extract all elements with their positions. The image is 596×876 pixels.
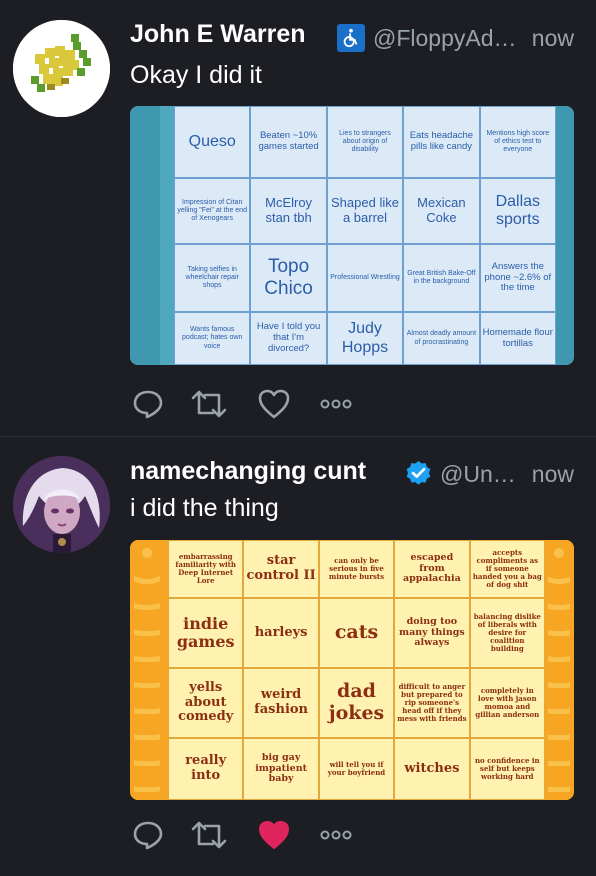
like-button[interactable]: [256, 817, 292, 853]
bingo-cell: escaped from appalachia: [394, 540, 470, 598]
bingo-cell: Lies to strangers about origin of disabi…: [326, 106, 404, 178]
like-button[interactable]: [256, 386, 292, 422]
more-dots-icon: [320, 399, 352, 409]
bingo-cell: Judy Hopps: [326, 312, 404, 365]
tweet-text: i did the thing: [130, 494, 279, 522]
avatar[interactable]: [13, 20, 110, 117]
bingo-cell: balancing dislike of liberals with desir…: [469, 598, 545, 668]
retweet-icon: [191, 390, 227, 418]
avatar-image: [13, 20, 110, 117]
retweet-button[interactable]: [189, 817, 229, 853]
more-button[interactable]: [318, 386, 354, 422]
avatar[interactable]: [13, 456, 110, 553]
bingo-cell: doing too many things always: [394, 598, 470, 668]
bingo-cell: difficult to anger but prepared to rip s…: [394, 668, 470, 738]
bingo-cell: indie games: [168, 598, 244, 668]
bingo-image[interactable]: embarrassing familiarity with Deep Inter…: [130, 540, 574, 800]
bingo-cell: accepts compliments as if someone handed…: [469, 540, 545, 598]
bingo-cell: McElroy stan tbh: [250, 178, 327, 244]
wheelchair-icon: [337, 24, 365, 52]
bingo-cell: Almost deadly amount of procrastinating: [403, 312, 480, 365]
bingo-cell: cats: [318, 598, 395, 668]
reply-icon: [133, 390, 163, 419]
bingo-cell: weird fashion: [243, 668, 319, 738]
bingo-cell: Wants famous podcast; hates own voice: [174, 312, 251, 365]
bingo-cell: Impression of Citan yelling "Fei" at the…: [174, 178, 251, 244]
handle[interactable]: @Un…: [440, 461, 516, 488]
bingo-cell: star control II: [243, 540, 319, 598]
avatar-image: [13, 456, 110, 553]
bingo-cell: yells about comedy: [168, 668, 244, 738]
handle[interactable]: @FloppyAd…: [373, 25, 517, 52]
bingo-cell: Taking selfies in wheelchair repair shop…: [174, 244, 251, 312]
bingo-cell: Professional Wrestling: [326, 244, 404, 312]
bingo-cell: Have I told you that I'm divorced?: [250, 312, 327, 365]
bingo-card: Queso Beaten ~10% games started Lies to …: [174, 106, 556, 365]
reply-button[interactable]: [130, 386, 166, 422]
bingo-cell: embarrassing familiarity with Deep Inter…: [168, 540, 244, 598]
tweet-text: Okay I did it: [130, 61, 262, 89]
bingo-cell: Beaten ~10% games started: [250, 106, 327, 178]
display-name[interactable]: namechanging cunt: [130, 457, 366, 486]
heart-icon: [258, 389, 290, 419]
bingo-card: embarrassing familiarity with Deep Inter…: [168, 540, 545, 800]
reply-icon: [133, 821, 163, 850]
verified-badge-icon: [404, 458, 433, 487]
more-dots-icon: [320, 830, 352, 840]
heart-icon: [259, 821, 289, 849]
bingo-cell: Queso: [174, 106, 251, 178]
bingo-cell: Homemade flour tortillas: [479, 312, 556, 365]
bingo-cell: witches: [394, 738, 470, 800]
tweet-actions: [130, 386, 370, 422]
bingo-cell: can only be serious in five minute burst…: [318, 540, 395, 598]
bingo-cell: completely in love with jason momoa and …: [469, 668, 545, 738]
timestamp[interactable]: now: [532, 25, 574, 52]
bingo-cell: dad jokes: [318, 668, 395, 738]
bingo-cell: Eats headache pills like candy: [403, 106, 480, 178]
bingo-cell: Shaped like a barrel: [326, 178, 404, 244]
bingo-cell: Topo Chico: [250, 244, 327, 312]
bingo-cell: harleys: [243, 598, 319, 668]
bingo-cell: Dallas sports: [479, 178, 556, 244]
more-button[interactable]: [318, 817, 354, 853]
tweet-actions: [130, 817, 370, 853]
retweet-button[interactable]: [189, 386, 229, 422]
tweet-2: namechanging cunt @Un… now i did the thi…: [0, 437, 596, 876]
bingo-cell: really into: [168, 738, 244, 800]
bingo-cell: Mexican Coke: [403, 178, 480, 244]
bingo-cell: big gay impatient baby: [243, 738, 319, 800]
tweet-1: John E Warren @FloppyAd… now Okay I did …: [0, 0, 596, 436]
bingo-cell: no confidence in self but keeps working …: [469, 738, 545, 800]
bingo-image[interactable]: Queso Beaten ~10% games started Lies to …: [130, 106, 574, 365]
display-name[interactable]: John E Warren: [130, 20, 306, 49]
reply-button[interactable]: [130, 817, 166, 853]
bingo-cell: Great British Bake-Off in the background: [403, 244, 480, 312]
bingo-cell: Mentions high score of ethics test to ev…: [479, 106, 556, 178]
bingo-cell: will tell you if your boyfriend: [318, 738, 395, 800]
timestamp[interactable]: now: [532, 461, 574, 488]
bingo-cell: Answers the phone ~2.6% of the time: [479, 244, 556, 312]
retweet-icon: [191, 821, 227, 849]
